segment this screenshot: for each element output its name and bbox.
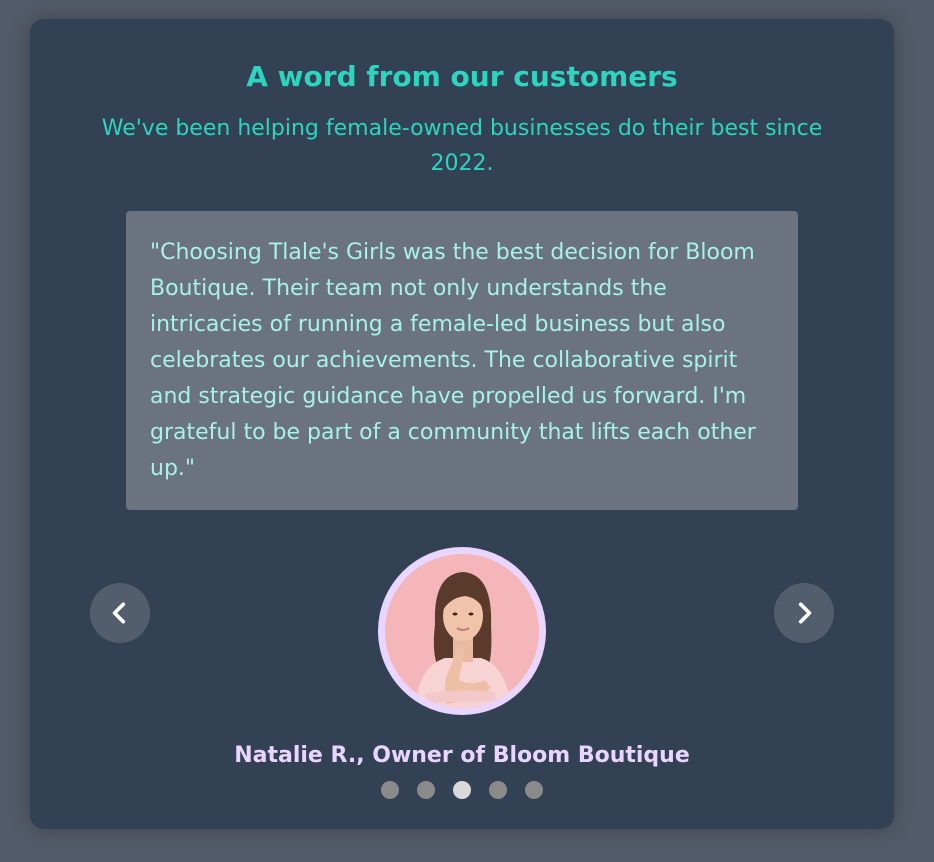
- testimonial-quote-box: "Choosing Tlale's Girls was the best dec…: [126, 211, 798, 510]
- chevron-left-icon: [112, 602, 126, 624]
- carousel-dot[interactable]: [489, 781, 507, 799]
- carousel-dot[interactable]: [417, 781, 435, 799]
- carousel-dot[interactable]: [381, 781, 399, 799]
- testimonial-card: A word from our customers We've been hel…: [30, 19, 894, 829]
- next-testimonial-button[interactable]: [774, 583, 834, 643]
- testimonial-author: Natalie R., Owner of Bloom Boutique: [234, 743, 690, 768]
- section-subtitle: We've been helping female-owned business…: [101, 116, 823, 176]
- carousel-dot-active[interactable]: [453, 781, 471, 799]
- previous-testimonial-button[interactable]: [90, 583, 150, 643]
- customer-photo: [385, 554, 539, 708]
- testimonial-quote: "Choosing Tlale's Girls was the best dec…: [150, 240, 756, 481]
- section-title: A word from our customers: [246, 60, 678, 93]
- carousel-pagination: [30, 781, 894, 799]
- avatar: [378, 547, 546, 715]
- carousel-dot[interactable]: [525, 781, 543, 799]
- chevron-right-icon: [798, 602, 812, 624]
